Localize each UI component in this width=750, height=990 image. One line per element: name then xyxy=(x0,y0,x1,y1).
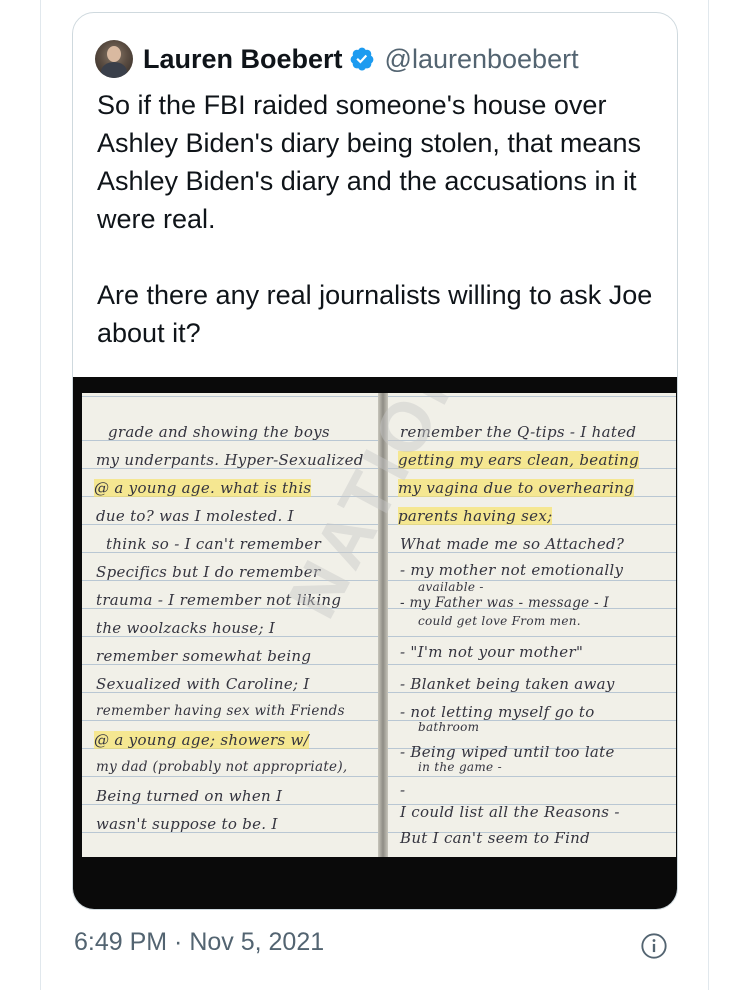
diary-line: - Blanket being taken away xyxy=(400,675,615,693)
diary-line: - xyxy=(400,781,406,799)
diary-line: due to? was I molested. I xyxy=(96,507,294,525)
diary-line: the woolzacks house; I xyxy=(96,619,276,637)
diary-line: my underpants. Hyper-Sexualized xyxy=(96,451,364,469)
diary-line: What made me so Attached? xyxy=(400,535,625,553)
timeline-right-border xyxy=(708,0,709,990)
tweet-paragraph: So if the FBI raided someone's house ove… xyxy=(97,90,641,234)
diary-line: could get love From men. xyxy=(418,614,581,628)
diary-line: available - xyxy=(418,580,484,594)
diary-line: - "I'm not your mother" xyxy=(400,643,584,661)
diary-line: But I can't seem to Find xyxy=(400,829,591,847)
tweet-media-image[interactable]: grade and showing the boys my underpants… xyxy=(73,377,677,909)
diary-notebook-photo: grade and showing the boys my underpants… xyxy=(82,393,676,857)
diary-line-highlighted: @ a young age; showers w/ xyxy=(94,731,310,749)
diary-line: - not letting myself go to xyxy=(400,703,595,721)
tweet-text: So if the FBI raided someone's house ove… xyxy=(97,86,667,352)
diary-line: Sexualized with Caroline; I xyxy=(96,675,310,693)
diary-line: I could list all the Reasons - xyxy=(400,803,620,821)
verified-badge-icon xyxy=(350,47,373,71)
diary-line-highlighted: parents having sex; xyxy=(398,507,553,525)
diary-line: grade and showing the boys xyxy=(108,423,330,441)
info-icon[interactable] xyxy=(640,932,668,960)
diary-line-highlighted: my vagina due to overhearing xyxy=(398,479,635,497)
diary-line: - my Father was - message - I xyxy=(400,595,610,611)
diary-line: remember somewhat being xyxy=(96,647,312,665)
diary-line: remember having sex with Friends xyxy=(96,703,345,719)
diary-line: - Being wiped until too late xyxy=(400,743,615,761)
tweet-paragraph: Are there any real journalists willing t… xyxy=(97,280,653,348)
author-row[interactable]: Lauren Boebert @laurenboebert xyxy=(95,39,579,79)
diary-line: Being turned on when I xyxy=(96,787,283,805)
quoted-tweet-card[interactable]: Lauren Boebert @laurenboebert So if the … xyxy=(72,12,678,910)
diary-line: in the game - xyxy=(418,760,502,774)
avatar[interactable] xyxy=(95,40,133,78)
timeline-left-border xyxy=(40,0,41,990)
diary-line: bathroom xyxy=(418,720,480,734)
diary-line-highlighted: @ a young age. what is this xyxy=(94,479,312,497)
diary-line: - my mother not emotionally xyxy=(400,561,624,579)
diary-line: my dad (probably not appropriate), xyxy=(96,759,348,775)
author-handle[interactable]: @laurenboebert xyxy=(385,44,579,75)
diary-line: wasn't suppose to be. I xyxy=(96,815,278,833)
tweet-timestamp[interactable]: 6:49 PM · Nov 5, 2021 xyxy=(74,928,324,957)
author-name[interactable]: Lauren Boebert xyxy=(143,44,343,75)
diary-line: think so - I can't remember xyxy=(106,535,322,553)
